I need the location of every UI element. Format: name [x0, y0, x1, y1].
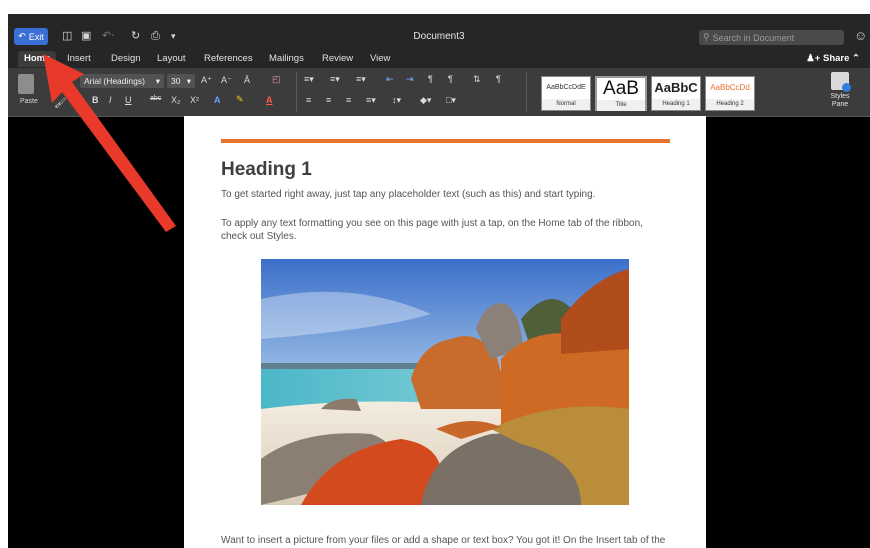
- style-sample: AaB: [603, 78, 639, 99]
- increase-indent-icon[interactable]: ⇥: [406, 74, 414, 85]
- tab-design[interactable]: Design: [111, 53, 141, 64]
- decrease-indent-icon[interactable]: ⇤: [386, 74, 394, 85]
- strikethrough-icon[interactable]: abc: [150, 95, 161, 102]
- accent-rule: [221, 139, 670, 143]
- style-normal[interactable]: AaBbCcDdE Normal: [541, 76, 591, 111]
- feedback-smiley-icon[interactable]: ☺: [854, 28, 867, 43]
- divider: [296, 72, 297, 112]
- align-right-icon[interactable]: ≡: [346, 95, 351, 105]
- highlight-icon[interactable]: ✎: [236, 94, 244, 105]
- copy-icon[interactable]: ⧉: [54, 82, 60, 93]
- chevron-down-icon: ▾: [186, 76, 191, 86]
- numbering-icon[interactable]: ≡▾: [330, 74, 340, 85]
- bullets-icon[interactable]: ≡▾: [304, 74, 314, 85]
- tab-references[interactable]: References: [204, 53, 253, 64]
- font-color-icon[interactable]: A: [266, 95, 273, 105]
- tab-layout[interactable]: Layout: [157, 53, 186, 64]
- body-paragraph[interactable]: To get started right away, just tap any …: [221, 188, 671, 201]
- divider: [526, 72, 527, 112]
- italic-icon[interactable]: I: [109, 95, 112, 105]
- style-heading-2[interactable]: AaBbCcDd Heading 2: [705, 76, 755, 111]
- styles-pane-label: Styles: [830, 93, 850, 100]
- bold-icon[interactable]: B: [92, 95, 99, 105]
- body-paragraph[interactable]: To apply any text formatting you see on …: [221, 217, 671, 243]
- paste-label: Paste: [20, 98, 38, 105]
- paste-icon[interactable]: [18, 74, 34, 94]
- style-caption: Normal: [542, 99, 590, 110]
- subscript-icon[interactable]: X₂: [171, 95, 181, 105]
- styles-pane-label: Pane: [831, 101, 849, 108]
- font-size-select[interactable]: 30 ▾: [167, 74, 195, 88]
- ltr-icon[interactable]: ¶: [428, 74, 433, 84]
- align-center-icon[interactable]: ≡: [326, 95, 331, 105]
- style-heading-1[interactable]: AaBbC Heading 1: [651, 76, 701, 111]
- chevron-down-icon: ▾: [155, 76, 160, 86]
- share-label: Share: [822, 53, 850, 64]
- tab-insert[interactable]: Insert: [67, 53, 91, 64]
- shrink-font-icon[interactable]: A⁻: [221, 75, 232, 86]
- multilevel-list-icon[interactable]: ≡▾: [356, 74, 366, 85]
- show-formatting-icon[interactable]: ¶: [496, 74, 501, 84]
- superscript-icon[interactable]: X²: [190, 95, 199, 105]
- format-painter-icon[interactable]: 🖌: [54, 98, 67, 109]
- ribbon-tabs: Home Insert Design Layout References Mai…: [8, 50, 870, 68]
- collapse-ribbon-icon: ⌃: [852, 53, 860, 64]
- document-page[interactable]: Heading 1 To get started right away, jus…: [184, 116, 706, 548]
- body-paragraph[interactable]: Want to insert a picture from your files…: [221, 534, 671, 548]
- style-title[interactable]: AaB Title: [595, 76, 647, 111]
- clear-formatting-icon[interactable]: ◰: [272, 74, 281, 85]
- tab-view[interactable]: View: [370, 53, 390, 64]
- font-size-value: 30: [171, 76, 181, 86]
- underline-icon[interactable]: U: [125, 95, 132, 105]
- font-name-select[interactable]: Arial (Headings) ▾: [80, 74, 164, 88]
- grow-font-icon[interactable]: A⁺: [201, 75, 212, 86]
- ribbon: Paste ⧉ 🖌 Arial (Headings) ▾ 30 ▾ A⁺ A⁻ …: [8, 68, 870, 117]
- search-placeholder: Search in Document: [712, 32, 795, 43]
- style-caption: Heading 1: [652, 99, 700, 110]
- text-effects-icon[interactable]: A: [214, 95, 221, 105]
- search-input[interactable]: ⚲ Search in Document: [699, 30, 844, 45]
- document-heading[interactable]: Heading 1: [221, 159, 312, 181]
- align-left-icon[interactable]: ≡: [306, 95, 311, 105]
- styles-pane-button[interactable]: Styles Pane: [820, 72, 860, 109]
- style-sample: AaBbC: [654, 80, 698, 95]
- style-caption: Heading 2: [706, 99, 754, 110]
- tab-mailings[interactable]: Mailings: [269, 53, 304, 64]
- tab-home[interactable]: Home: [18, 51, 57, 67]
- styles-pane-icon: [831, 72, 851, 92]
- share-button[interactable]: ♟+ Share ⌃: [806, 53, 860, 64]
- change-case-icon[interactable]: Ā: [244, 75, 250, 85]
- word-window: ↶ Exit ◫ ▣ ↶⋅ ↻ ⎙ ▾ Document3 ⚲ Search i…: [8, 14, 870, 548]
- shading-icon[interactable]: ◆▾: [420, 95, 431, 106]
- borders-icon[interactable]: □▾: [446, 95, 456, 106]
- sort-icon[interactable]: ⇅: [473, 74, 481, 85]
- style-sample: AaBbCcDd: [710, 83, 750, 92]
- justify-icon[interactable]: ≡▾: [366, 95, 376, 106]
- style-sample: AaBbCcDdE: [546, 84, 586, 91]
- coastal-rocks-image[interactable]: [261, 259, 629, 505]
- font-name-value: Arial (Headings): [84, 76, 145, 86]
- rtl-icon[interactable]: ¶: [448, 74, 453, 84]
- line-spacing-icon[interactable]: ↕▾: [392, 95, 401, 106]
- tab-review[interactable]: Review: [322, 53, 353, 64]
- title-bar: ↶ Exit ◫ ▣ ↶⋅ ↻ ⎙ ▾ Document3 ⚲ Search i…: [8, 14, 870, 50]
- style-caption: Title: [597, 100, 645, 111]
- search-icon: ⚲: [703, 32, 710, 42]
- add-person-icon: ♟+: [806, 53, 821, 64]
